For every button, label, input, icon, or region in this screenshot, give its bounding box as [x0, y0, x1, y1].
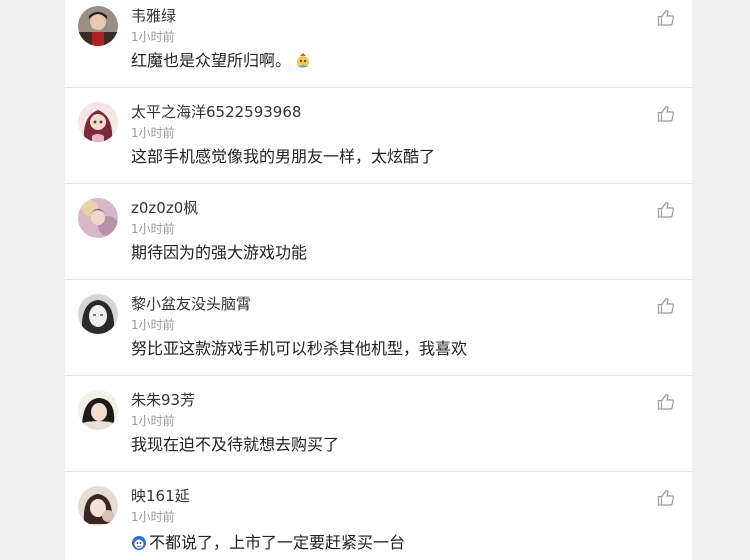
comment-timestamp: 1小时前	[131, 30, 175, 44]
comment-text: 努比亚这款游戏手机可以秒杀其他机型，我喜欢	[131, 339, 468, 358]
comment-text: 期待因为的强大游戏功能	[131, 243, 308, 262]
comment-text-content: 红魔也是众望所归啊。	[131, 51, 292, 70]
avatar[interactable]	[78, 102, 118, 142]
list-item: 映161延 1小时前 不都说了，上市了一定要赶紧买一台	[65, 472, 692, 560]
comment-username[interactable]: 朱朱93芳	[131, 391, 195, 409]
like-icon[interactable]	[657, 201, 675, 219]
comment-text: 红魔也是众望所归啊。	[131, 51, 311, 74]
comment-text: 这部手机感觉像我的男朋友一样，太炫酷了	[131, 147, 436, 166]
list-item: 朱朱93芳 1小时前 我现在迫不及待就想去购买了	[65, 376, 692, 472]
comment-username[interactable]: 映161延	[131, 487, 190, 505]
list-item: 太平之海洋6522593968 1小时前 这部手机感觉像我的男朋友一样，太炫酷了	[65, 88, 692, 184]
comment-username[interactable]: 黎小盆友没头脑霄	[131, 295, 251, 313]
comment-text-content: 不都说了，上市了一定要赶紧买一台	[149, 533, 406, 552]
avatar[interactable]	[78, 6, 118, 46]
like-icon[interactable]	[657, 393, 675, 411]
comment-list: 韦雅绿 1小时前 红魔也是众望所归啊。 太平之海洋6522593968 1小时前…	[65, 0, 692, 560]
list-item: 韦雅绿 1小时前 红魔也是众望所归啊。	[65, 0, 692, 88]
comment-timestamp: 1小时前	[131, 318, 175, 332]
comment-username[interactable]: 韦雅绿	[131, 7, 176, 25]
like-icon[interactable]	[657, 9, 675, 27]
comment-timestamp: 1小时前	[131, 222, 175, 236]
like-icon[interactable]	[657, 297, 675, 315]
comment-text: 不都说了，上市了一定要赶紧买一台	[131, 533, 405, 556]
like-icon[interactable]	[657, 489, 675, 507]
list-item: z0z0z0枫 1小时前 期待因为的强大游戏功能	[65, 184, 692, 280]
avatar[interactable]	[78, 198, 118, 238]
avatar[interactable]	[78, 486, 118, 526]
comment-username[interactable]: 太平之海洋6522593968	[131, 103, 301, 121]
like-icon[interactable]	[657, 105, 675, 123]
avatar[interactable]	[78, 390, 118, 430]
blue-face-emoji-icon	[131, 535, 147, 556]
comment-timestamp: 1小时前	[131, 126, 175, 140]
comment-timestamp: 1小时前	[131, 510, 175, 524]
comment-text: 我现在迫不及待就想去购买了	[131, 435, 340, 454]
comment-username[interactable]: z0z0z0枫	[131, 199, 198, 217]
avatar[interactable]	[78, 294, 118, 334]
comment-timestamp: 1小时前	[131, 414, 175, 428]
party-emoji-icon	[295, 53, 311, 74]
list-item: 黎小盆友没头脑霄 1小时前 努比亚这款游戏手机可以秒杀其他机型，我喜欢	[65, 280, 692, 376]
